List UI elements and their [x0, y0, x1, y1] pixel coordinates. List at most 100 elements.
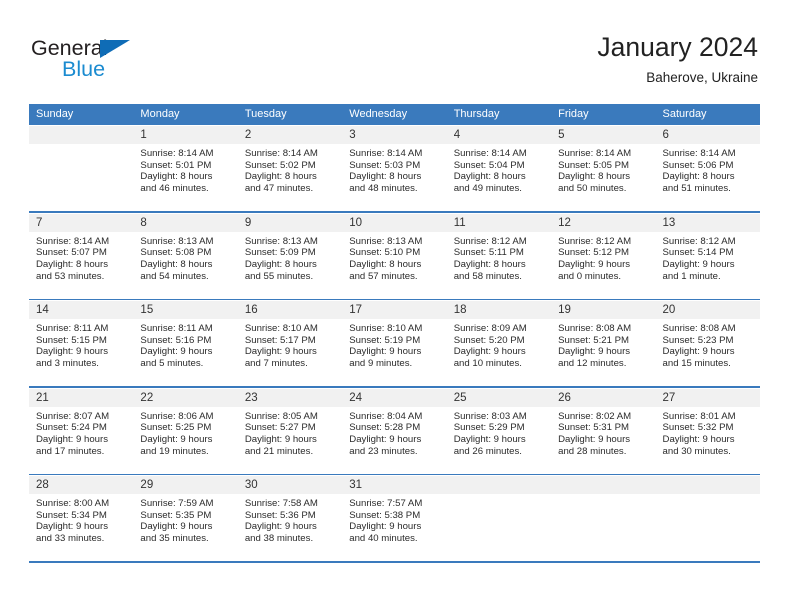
day-cell[interactable]: Sunrise: 8:14 AM Sunset: 5:06 PM Dayligh…	[655, 144, 760, 211]
day-number	[446, 475, 552, 494]
day-cell[interactable]: Sunrise: 7:57 AM Sunset: 5:38 PM Dayligh…	[342, 494, 447, 561]
daylight-text: Daylight: 8 hours	[349, 171, 422, 183]
sunset-text: Sunset: 5:31 PM	[558, 422, 630, 434]
sunrise-text: Sunrise: 8:11 AM	[140, 323, 213, 334]
day-number: 25	[446, 387, 552, 407]
day-cell[interactable]: Sunrise: 8:02 AM Sunset: 5:31 PM Dayligh…	[551, 406, 656, 474]
daylight-text: Daylight: 8 hours	[453, 258, 526, 270]
daylight-text-cont: and 3 minutes.	[36, 358, 99, 370]
daylight-text: Daylight: 9 hours	[349, 346, 422, 358]
daylight-text: Daylight: 9 hours	[558, 433, 631, 445]
day-cell[interactable]: Sunrise: 8:12 AM Sunset: 5:12 PM Dayligh…	[551, 231, 656, 299]
daylight-text: Daylight: 9 hours	[36, 521, 108, 533]
weekday-header-thursday: Thursday	[446, 104, 552, 126]
day-number: 16	[237, 300, 343, 319]
daylight-text-cont: and 9 minutes.	[349, 358, 413, 370]
daylight-text-cont: and 5 minutes.	[140, 358, 204, 370]
sunset-text: Sunset: 5:02 PM	[244, 159, 316, 171]
day-cell[interactable]: Sunrise: 8:00 AM Sunset: 5:34 PM Dayligh…	[29, 494, 134, 561]
general-blue-logo[interactable]: General Blue	[31, 36, 151, 82]
day-cell[interactable]: Sunrise: 8:03 AM Sunset: 5:29 PM Dayligh…	[446, 406, 552, 474]
sunset-text: Sunset: 5:35 PM	[140, 509, 212, 521]
weekday-header-friday: Friday	[551, 104, 656, 126]
daylight-text-cont: and 23 minutes.	[349, 445, 418, 457]
sunrise-text: Sunrise: 8:05 AM	[244, 410, 318, 422]
day-cell[interactable]: Sunrise: 8:14 AM Sunset: 5:04 PM Dayligh…	[446, 144, 552, 211]
weekday-header-wednesday: Wednesday	[342, 104, 447, 126]
day-cell[interactable]: Sunrise: 8:12 AM Sunset: 5:14 PM Dayligh…	[655, 231, 760, 299]
calendar-header-row: Sunday Monday Tuesday Wednesday Thursday…	[29, 104, 760, 126]
sunrise-text: Sunrise: 8:13 AM	[349, 235, 423, 247]
page-header: General Blue January 2024 Baherove, Ukra…	[0, 0, 792, 104]
day-cell[interactable]: Sunrise: 8:10 AM Sunset: 5:19 PM Dayligh…	[342, 319, 447, 386]
day-number: 5	[551, 125, 656, 144]
day-number: 13	[655, 212, 760, 232]
day-number: 11	[446, 212, 552, 232]
day-cell[interactable]: Sunrise: 8:10 AM Sunset: 5:17 PM Dayligh…	[237, 319, 343, 386]
day-cell[interactable]	[551, 494, 656, 561]
day-cell[interactable]: Sunrise: 8:05 AM Sunset: 5:27 PM Dayligh…	[237, 406, 343, 474]
sunset-text: Sunset: 5:10 PM	[349, 247, 421, 259]
day-number: 9	[237, 212, 343, 232]
day-cell[interactable]: Sunrise: 7:59 AM Sunset: 5:35 PM Dayligh…	[133, 494, 238, 561]
day-cell[interactable]: Sunrise: 8:14 AM Sunset: 5:02 PM Dayligh…	[237, 144, 343, 211]
daylight-text: Daylight: 9 hours	[244, 346, 317, 358]
day-number: 17	[342, 300, 447, 319]
day-cell[interactable]: Sunrise: 8:14 AM Sunset: 5:05 PM Dayligh…	[551, 144, 656, 211]
location-subtitle: Baherove, Ukraine	[646, 70, 758, 85]
daylight-text: Daylight: 9 hours	[244, 433, 317, 445]
day-cell[interactable]: Sunrise: 8:13 AM Sunset: 5:09 PM Dayligh…	[237, 231, 343, 299]
sunrise-text: Sunrise: 8:08 AM	[662, 323, 736, 334]
daylight-text: Daylight: 9 hours	[36, 433, 108, 445]
day-cell[interactable]: Sunrise: 8:06 AM Sunset: 5:25 PM Dayligh…	[133, 406, 238, 474]
day-cell[interactable]: Sunrise: 7:58 AM Sunset: 5:36 PM Dayligh…	[237, 494, 343, 561]
day-cell[interactable]: Sunrise: 8:07 AM Sunset: 5:24 PM Dayligh…	[29, 406, 134, 474]
day-cell[interactable]	[29, 144, 134, 211]
day-cell[interactable]: Sunrise: 8:14 AM Sunset: 5:03 PM Dayligh…	[342, 144, 447, 211]
sunset-text: Sunset: 5:23 PM	[662, 334, 734, 346]
daylight-text: Daylight: 9 hours	[244, 521, 317, 533]
day-cell[interactable]: Sunrise: 8:11 AM Sunset: 5:15 PM Dayligh…	[29, 319, 134, 386]
sunset-text: Sunset: 5:17 PM	[244, 334, 316, 346]
logo-triangle-icon	[100, 40, 130, 58]
week-separator-line	[29, 561, 760, 563]
daylight-text-cont: and 57 minutes.	[349, 270, 418, 282]
day-cell[interactable]: Sunrise: 8:14 AM Sunset: 5:01 PM Dayligh…	[133, 144, 238, 211]
day-cell[interactable]: Sunrise: 8:14 AM Sunset: 5:07 PM Dayligh…	[29, 231, 134, 299]
daylight-text-cont: and 54 minutes.	[140, 270, 209, 282]
day-cell[interactable]: Sunrise: 8:08 AM Sunset: 5:21 PM Dayligh…	[551, 319, 656, 386]
daylight-text-cont: and 46 minutes.	[140, 183, 209, 195]
daylight-text-cont: and 17 minutes.	[36, 445, 105, 457]
sunrise-text: Sunrise: 8:02 AM	[558, 410, 632, 422]
day-number: 15	[133, 300, 238, 319]
sunrise-text: Sunrise: 8:12 AM	[662, 235, 736, 247]
sunset-text: Sunset: 5:28 PM	[349, 422, 421, 434]
day-cell[interactable]: Sunrise: 8:13 AM Sunset: 5:08 PM Dayligh…	[133, 231, 238, 299]
day-cell[interactable]: Sunrise: 8:01 AM Sunset: 5:32 PM Dayligh…	[655, 406, 760, 474]
sunrise-text: Sunrise: 8:04 AM	[349, 410, 423, 422]
day-number: 10	[342, 212, 447, 232]
daylight-text-cont: and 49 minutes.	[453, 183, 522, 195]
sunrise-text: Sunrise: 8:14 AM	[36, 235, 110, 247]
day-cell[interactable]	[446, 494, 552, 561]
day-cell[interactable]: Sunrise: 8:08 AM Sunset: 5:23 PM Dayligh…	[655, 319, 760, 386]
day-cell[interactable]: Sunrise: 8:04 AM Sunset: 5:28 PM Dayligh…	[342, 406, 447, 474]
daylight-text-cont: and 51 minutes.	[662, 183, 731, 195]
daylight-text-cont: and 19 minutes.	[140, 445, 209, 457]
daylight-text-cont: and 7 minutes.	[244, 358, 308, 370]
day-cell[interactable]	[655, 494, 760, 561]
weekday-header-saturday: Saturday	[655, 104, 760, 126]
daylight-text: Daylight: 8 hours	[453, 171, 526, 183]
day-cell[interactable]: Sunrise: 8:09 AM Sunset: 5:20 PM Dayligh…	[446, 319, 552, 386]
day-cell[interactable]: Sunrise: 8:12 AM Sunset: 5:11 PM Dayligh…	[446, 231, 552, 299]
day-number: 23	[237, 387, 343, 407]
daylight-text: Daylight: 8 hours	[558, 171, 631, 183]
sunset-text: Sunset: 5:15 PM	[36, 334, 107, 346]
sunrise-text: Sunrise: 8:10 AM	[244, 323, 318, 334]
sunrise-text: Sunrise: 8:03 AM	[453, 410, 527, 422]
sunrise-text: Sunrise: 8:07 AM	[36, 410, 110, 422]
weekday-header-monday: Monday	[133, 104, 238, 126]
day-cell[interactable]: Sunrise: 8:11 AM Sunset: 5:16 PM Dayligh…	[133, 319, 238, 386]
day-cell[interactable]: Sunrise: 8:13 AM Sunset: 5:10 PM Dayligh…	[342, 231, 447, 299]
daylight-text-cont: and 26 minutes.	[453, 445, 522, 457]
